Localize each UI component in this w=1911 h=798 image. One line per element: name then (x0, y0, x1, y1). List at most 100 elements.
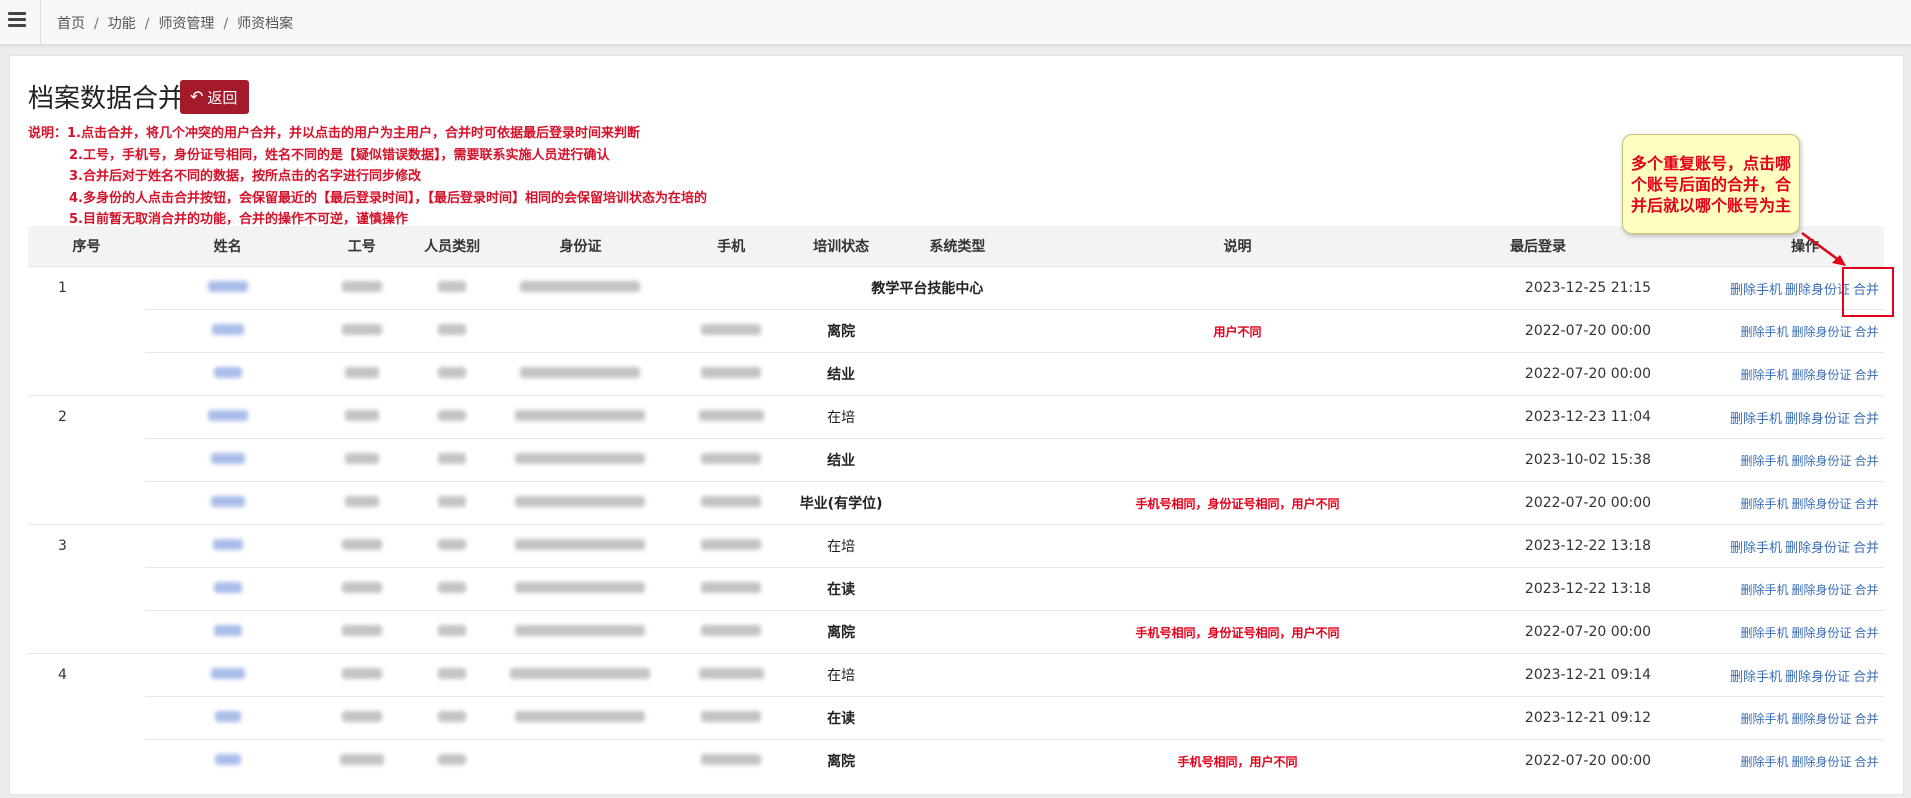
redacted-value (344, 496, 379, 507)
cell-seq (28, 568, 145, 611)
delete-phone-link[interactable]: 删除手机 (1730, 412, 1782, 427)
delete-id-card-link[interactable]: 删除身份证 (1792, 454, 1852, 468)
merge-link[interactable]: 合并 (1853, 541, 1879, 556)
cell-training-status: 在培 (792, 524, 890, 568)
cell-name[interactable] (145, 653, 311, 697)
merge-link[interactable]: 合并 (1855, 325, 1879, 339)
cell-name[interactable] (145, 610, 311, 654)
cell-phone (669, 653, 793, 697)
menu-icon[interactable] (8, 12, 26, 30)
breadcrumb-home[interactable]: 首页 (57, 16, 85, 32)
cell-system-type (889, 696, 1026, 740)
highlight-box (1842, 267, 1894, 317)
merge-link[interactable]: 合并 (1855, 626, 1879, 640)
merge-link[interactable]: 合并 (1855, 368, 1879, 382)
cell-name[interactable] (145, 739, 311, 782)
cell-id-card (491, 524, 670, 568)
table-row: 在读 2023-12-22 13:18 删除手机 删除身份证 合并 (28, 567, 1884, 611)
cell-seq (28, 310, 145, 353)
cell-name[interactable] (145, 266, 311, 310)
merge-link[interactable]: 合并 (1855, 497, 1879, 511)
cell-seq: 1 (28, 266, 146, 310)
cell-system-type (889, 438, 1026, 482)
cell-name[interactable] (145, 395, 311, 439)
redacted-value (701, 754, 762, 765)
cell-id-card (491, 567, 670, 611)
delete-id-card-link[interactable]: 删除身份证 (1785, 541, 1850, 556)
cell-name[interactable] (145, 696, 311, 740)
delete-id-card-link[interactable]: 删除身份证 (1792, 583, 1852, 597)
delete-id-card-link[interactable]: 删除身份证 (1792, 497, 1852, 511)
redacted-value (701, 324, 762, 335)
table-row: 离院 手机号相同，身份证号相同，用户不同 2022-07-20 00:00 删除手机删… (28, 610, 1884, 654)
merge-link[interactable]: 合并 (1855, 755, 1879, 769)
cell-actions: 删除手机 删除身份证 合并 (1726, 567, 1884, 611)
merge-link[interactable]: 合并 (1855, 583, 1879, 597)
redacted-value (438, 754, 467, 765)
col-header-training-status: 培训状态 (813, 239, 870, 255)
back-button[interactable]: ↶ 返回 (180, 80, 250, 114)
cell-staff-id (310, 481, 414, 525)
cell-name[interactable] (145, 524, 311, 568)
merge-link[interactable]: 合并 (1855, 454, 1879, 468)
delete-phone-link[interactable]: 删除手机 (1741, 626, 1789, 640)
cell-training-status: 离院 (792, 739, 890, 782)
delete-id-card-link[interactable]: 删除身份证 (1792, 712, 1852, 726)
delete-id-card-link[interactable]: 删除身份证 (1792, 755, 1852, 769)
table-row: 2 在培 2023-12-23 11:04 删除手机 删除身份证 合并 (28, 395, 1884, 439)
cell-name[interactable] (145, 352, 311, 396)
cell-last-login: 2022-07-20 00:00 (1449, 352, 1727, 396)
cell-name[interactable] (145, 438, 311, 482)
cell-last-login: 2023-12-21 09:14 (1449, 653, 1727, 697)
cell-phone (669, 266, 793, 310)
cell-seq: 4 (28, 653, 146, 697)
redacted-name (213, 625, 242, 636)
delete-id-card-link[interactable]: 删除身份证 (1785, 283, 1850, 298)
cell-seq: 2 (28, 395, 146, 439)
redacted-name (213, 367, 242, 378)
breadcrumb-function[interactable]: 功能 (108, 16, 136, 32)
delete-phone-link[interactable]: 删除手机 (1741, 583, 1789, 597)
redacted-name (211, 324, 244, 335)
instruction-line: 说明：1.点击合并，将几个冲突的用户合并，并以点击的用户为主用户，合并时可依据最… (28, 126, 640, 141)
delete-phone-link[interactable]: 删除手机 (1730, 670, 1782, 685)
delete-id-card-link[interactable]: 删除身份证 (1792, 368, 1852, 382)
cell-last-login: 2023-12-22 13:18 (1449, 567, 1727, 611)
cell-last-login: 2022-07-20 00:00 (1449, 481, 1727, 525)
delete-phone-link[interactable]: 删除手机 (1741, 755, 1789, 769)
redacted-name (214, 711, 241, 722)
cell-staff-id (310, 309, 414, 353)
delete-phone-link[interactable]: 删除手机 (1741, 368, 1789, 382)
delete-phone-link[interactable]: 删除手机 (1730, 541, 1782, 556)
cell-phone (669, 395, 793, 439)
cell-staff-id (310, 438, 414, 482)
delete-id-card-link[interactable]: 删除身份证 (1792, 325, 1852, 339)
delete-id-card-link[interactable]: 删除身份证 (1785, 412, 1850, 427)
merge-link[interactable]: 合并 (1855, 712, 1879, 726)
delete-id-card-link[interactable]: 删除身份证 (1792, 626, 1852, 640)
cell-name[interactable] (145, 309, 311, 353)
delete-id-card-link[interactable]: 删除身份证 (1785, 670, 1850, 685)
merge-link[interactable]: 合并 (1853, 670, 1879, 685)
delete-phone-link[interactable]: 删除手机 (1741, 325, 1789, 339)
col-header-phone: 手机 (717, 239, 746, 255)
cell-category (413, 524, 492, 568)
breadcrumb: 首页 / 功能 / 师资管理 / 师资档案 (57, 16, 294, 32)
delete-phone-link[interactable]: 删除手机 (1741, 712, 1789, 726)
cell-name[interactable] (145, 481, 311, 525)
delete-phone-link[interactable]: 删除手机 (1741, 454, 1789, 468)
redacted-value (701, 496, 762, 507)
cell-seq (28, 439, 145, 482)
breadcrumb-teacher-management[interactable]: 师资管理 (158, 16, 214, 32)
cell-id-card (491, 309, 670, 353)
breadcrumb-teacher-archive: 师资档案 (237, 16, 294, 32)
redacted-value (344, 367, 379, 378)
delete-phone-link[interactable]: 删除手机 (1730, 283, 1782, 298)
redacted-name (210, 668, 245, 679)
cell-staff-id (310, 524, 414, 568)
cell-category (413, 481, 492, 525)
delete-phone-link[interactable]: 删除手机 (1741, 497, 1789, 511)
merge-link[interactable]: 合并 (1853, 412, 1879, 427)
cell-name[interactable] (145, 567, 311, 611)
cell-last-login: 2022-07-20 00:00 (1449, 739, 1727, 782)
